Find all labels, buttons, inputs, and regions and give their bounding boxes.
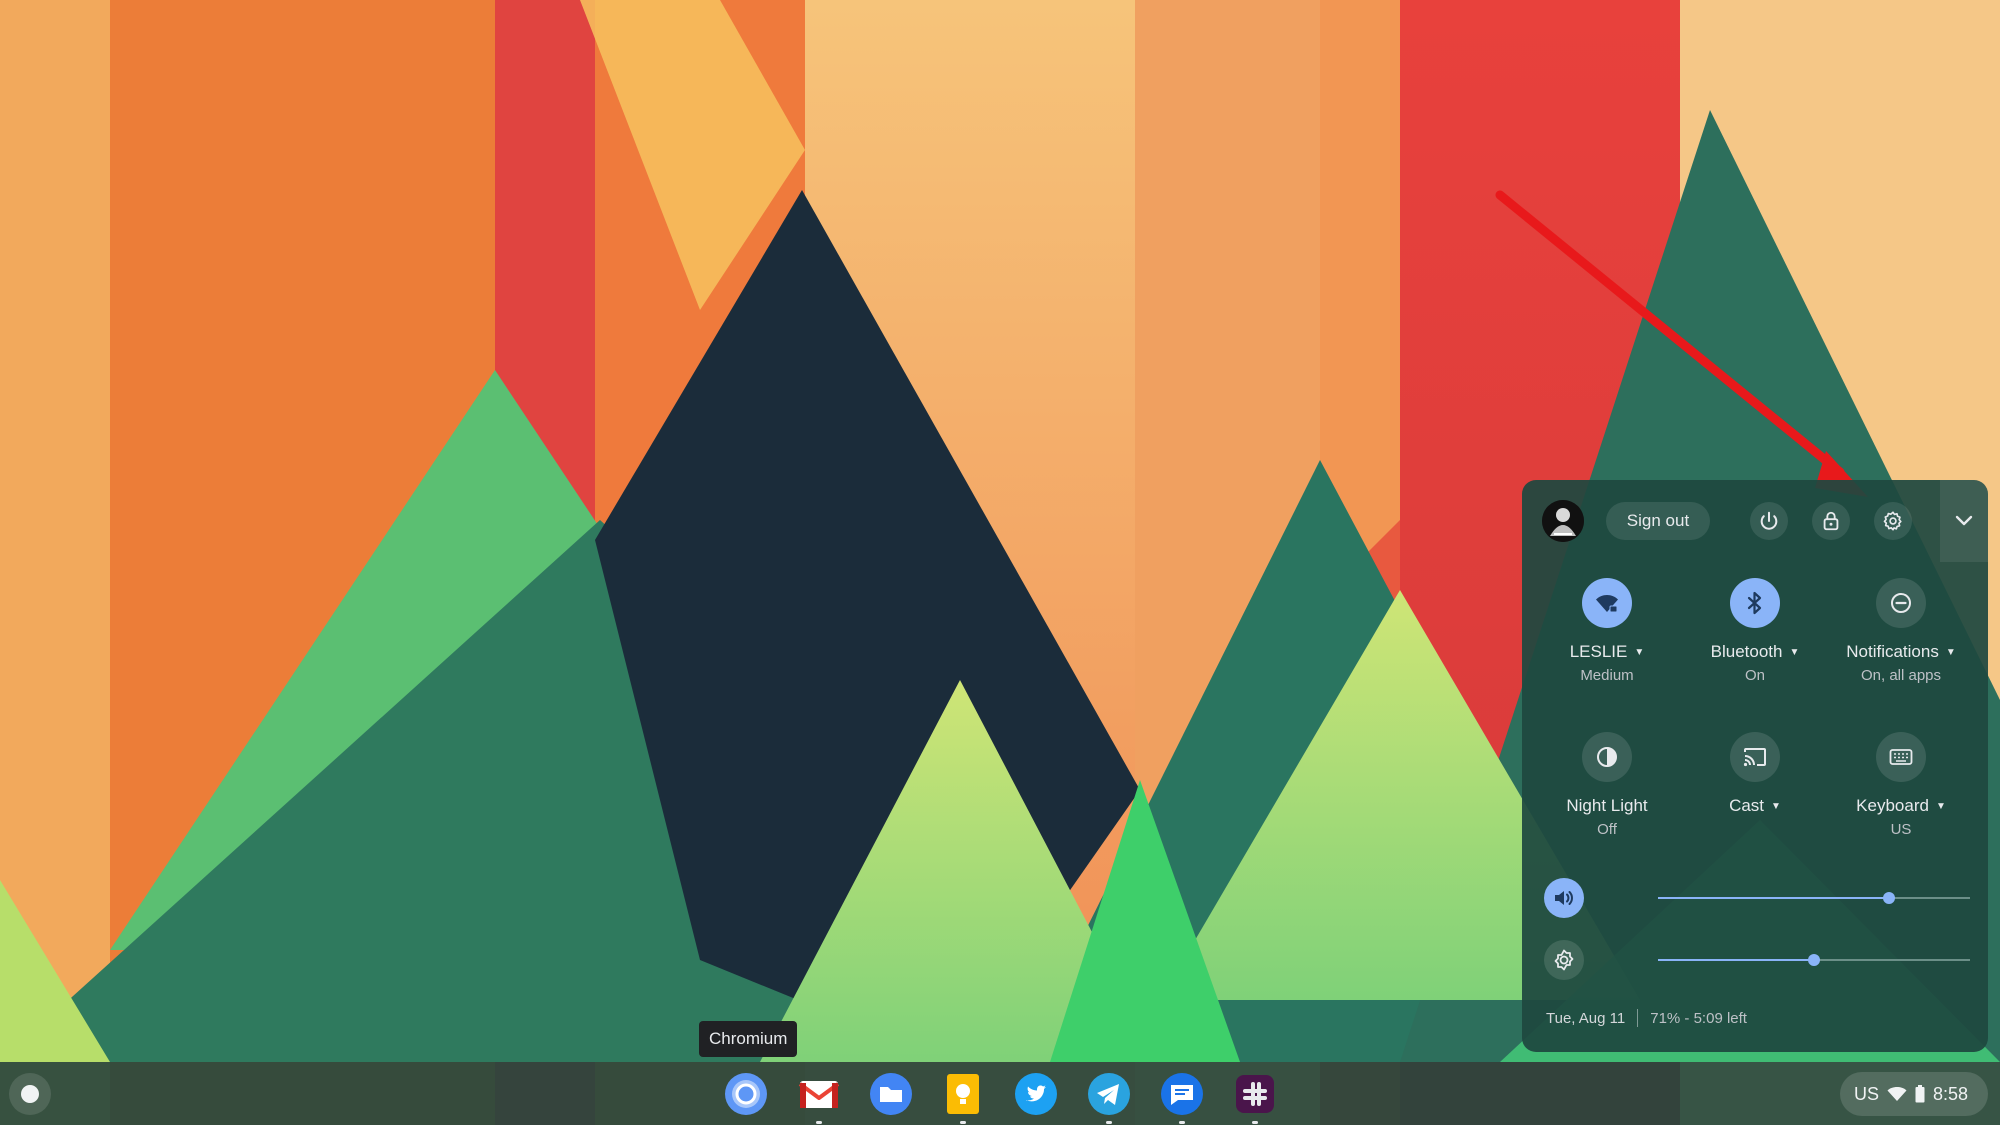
bluetooth-status: On [1744, 667, 1765, 684]
files-icon [870, 1073, 912, 1115]
cast-label[interactable]: Cast ▼ [1680, 796, 1830, 816]
running-indicator [960, 1121, 966, 1124]
slack-app[interactable] [1233, 1072, 1277, 1124]
bluetooth-tile[interactable]: Bluetooth ▼ On [1680, 578, 1830, 684]
sign-out-button[interactable]: Sign out [1606, 502, 1710, 540]
power-button[interactable] [1750, 502, 1788, 540]
chromium-icon [725, 1073, 767, 1115]
telegram-icon [1088, 1073, 1130, 1115]
slack-icon [1236, 1075, 1274, 1113]
notifications-label[interactable]: Notifications ▼ [1826, 642, 1976, 662]
wifi-icon [1596, 595, 1618, 613]
user-avatar[interactable] [1542, 500, 1584, 542]
divider [1637, 1009, 1639, 1027]
twitter-icon [1015, 1073, 1057, 1115]
running-indicator [816, 1121, 822, 1124]
system-info-row: Tue, Aug 11 71% - 5:09 left [1546, 1006, 1747, 1030]
messages-icon [1161, 1073, 1203, 1115]
do-not-disturb-icon [1891, 593, 1911, 613]
keep-icon [947, 1074, 979, 1114]
chromium-app[interactable] [724, 1072, 768, 1116]
shelf: US 8:58 [0, 1062, 2000, 1125]
running-indicator [1252, 1121, 1258, 1124]
lock-icon [1823, 511, 1839, 531]
network-toggle[interactable] [1582, 578, 1632, 628]
status-area[interactable]: US 8:58 [1840, 1072, 1988, 1116]
notifications-status: On, all apps [1860, 667, 1942, 684]
caret-down-icon: ▼ [1945, 647, 1956, 658]
keyboard-label[interactable]: Keyboard ▼ [1826, 796, 1976, 816]
gmail-icon [798, 1081, 840, 1108]
collapse-button[interactable] [1940, 480, 1988, 562]
gear-icon [1883, 511, 1902, 531]
launcher-icon [21, 1085, 39, 1103]
messages-app[interactable] [1160, 1072, 1204, 1124]
chromium-tooltip: Chromium [699, 1021, 798, 1057]
avatar-image [1542, 500, 1584, 542]
quick-settings-top-row: Sign out [1522, 480, 1988, 562]
chevron-down-icon [1955, 515, 1973, 526]
caret-down-icon: ▼ [1935, 801, 1946, 812]
cast-icon [1743, 748, 1766, 767]
night-light-tile[interactable]: Night Light Off [1532, 732, 1682, 838]
volume-icon [1555, 891, 1573, 905]
notifications-tile[interactable]: Notifications ▼ On, all apps [1826, 578, 1976, 684]
volume-slider-thumb[interactable] [1882, 892, 1895, 904]
bluetooth-label[interactable]: Bluetooth ▼ [1680, 642, 1830, 662]
brightness-slider[interactable] [1658, 954, 1970, 966]
files-app[interactable] [869, 1072, 913, 1116]
running-indicator [1179, 1121, 1185, 1124]
network-tile[interactable]: LESLIE ▼ Medium [1532, 578, 1682, 684]
bluetooth-toggle[interactable] [1730, 578, 1780, 628]
launcher-button[interactable] [9, 1073, 51, 1115]
running-indicator [1106, 1121, 1112, 1124]
power-icon [1760, 511, 1778, 530]
quick-settings-panel: Sign out LESLIE ▼ Medium Bluetooth ▼ On … [1522, 480, 1988, 1052]
keep-app[interactable] [941, 1072, 985, 1124]
volume-slider-fill [1658, 897, 1889, 899]
cast-tile[interactable]: Cast ▼ [1680, 732, 1830, 821]
wifi-icon [1887, 1087, 1907, 1101]
battery-status[interactable]: 71% - 5:09 left [1650, 1010, 1747, 1027]
volume-slider[interactable] [1658, 892, 1970, 904]
keyboard-icon [1889, 749, 1913, 765]
keyboard-status: US [1890, 821, 1912, 838]
gmail-app[interactable] [797, 1072, 841, 1124]
brightness-slider-row [1544, 938, 1970, 982]
keyboard-toggle[interactable] [1876, 732, 1926, 782]
lock-button[interactable] [1812, 502, 1850, 540]
keyboard-tile[interactable]: Keyboard ▼ US [1826, 732, 1976, 838]
night-light-status: Off [1597, 821, 1617, 838]
network-status: Medium [1580, 667, 1634, 684]
battery-icon [1915, 1085, 1925, 1103]
caret-down-icon: ▼ [1789, 647, 1800, 658]
clock: 8:58 [1933, 1083, 1969, 1104]
brightness-icon [1554, 949, 1574, 971]
network-label[interactable]: LESLIE ▼ [1532, 642, 1682, 662]
night-light-label[interactable]: Night Light [1532, 796, 1682, 816]
brightness-slider-thumb[interactable] [1808, 954, 1820, 966]
night-light-toggle[interactable] [1582, 732, 1632, 782]
caret-down-icon: ▼ [1634, 647, 1645, 658]
twitter-app[interactable] [1014, 1072, 1058, 1116]
volume-slider-row [1544, 876, 1970, 920]
settings-button[interactable] [1874, 502, 1912, 540]
telegram-app[interactable] [1087, 1072, 1131, 1124]
brightness-button[interactable] [1544, 940, 1584, 980]
night-light-icon [1597, 747, 1617, 767]
date-label[interactable]: Tue, Aug 11 [1546, 1010, 1625, 1027]
bluetooth-icon [1747, 591, 1762, 615]
volume-button[interactable] [1544, 878, 1584, 918]
brightness-slider-fill [1658, 959, 1814, 961]
notifications-toggle[interactable] [1876, 578, 1926, 628]
cast-toggle[interactable] [1730, 732, 1780, 782]
ime-indicator: US [1854, 1083, 1880, 1104]
caret-down-icon: ▼ [1771, 801, 1781, 812]
